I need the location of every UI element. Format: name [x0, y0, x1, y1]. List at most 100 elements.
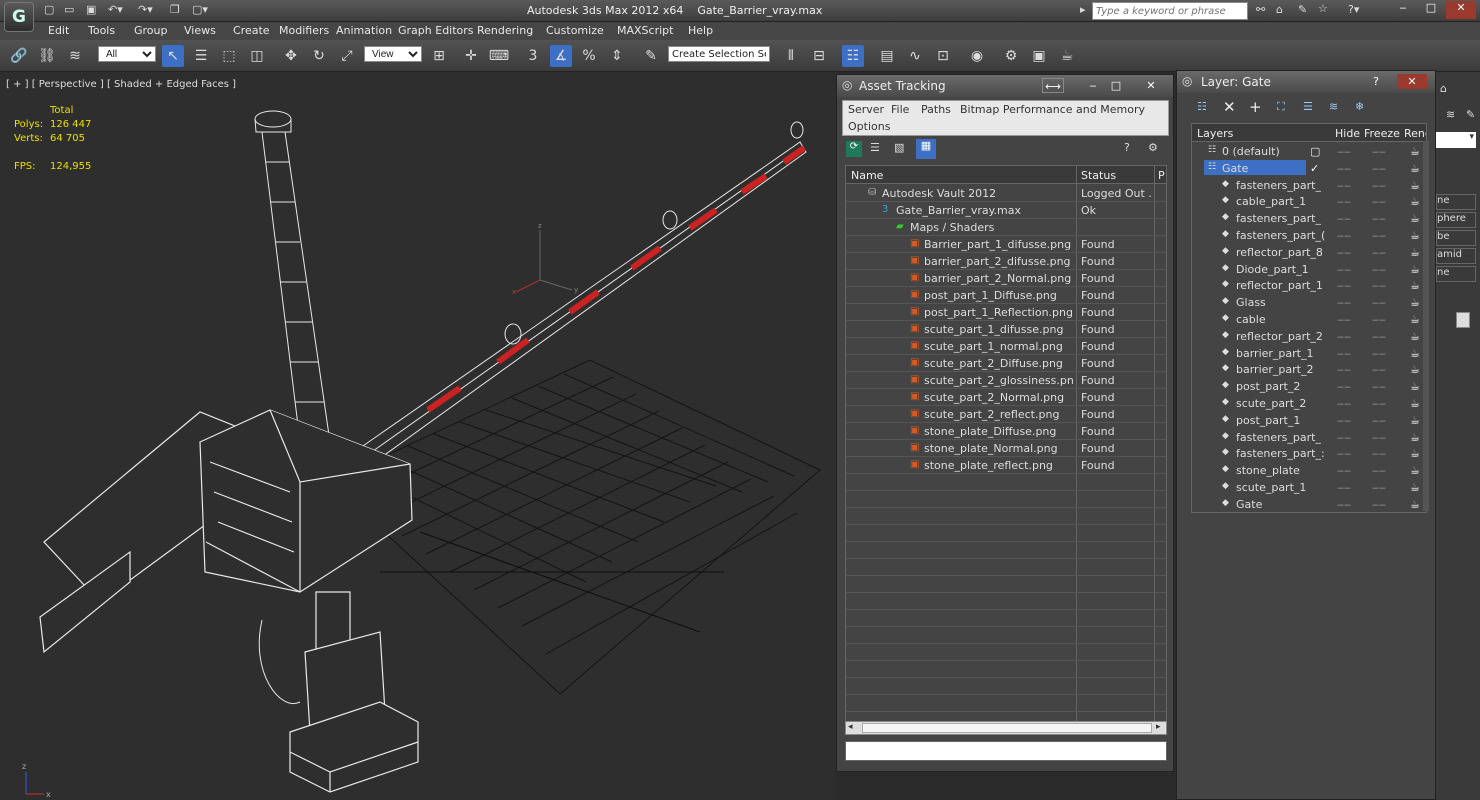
asset-path-input[interactable] [845, 741, 1167, 761]
scene-wireframe[interactable]: z x z x y [0, 72, 836, 800]
menu-rendering[interactable]: Rendering [477, 24, 533, 37]
minimize-button[interactable]: ‒ [1390, 1, 1416, 19]
render-teapot-icon[interactable]: ☕ [1410, 145, 1420, 158]
freeze-toggle[interactable]: ‒‒ [1372, 397, 1386, 410]
freeze-toggle[interactable]: ‒‒ [1372, 313, 1386, 326]
layer-manager-icon[interactable]: ☷ [842, 45, 864, 67]
scale-icon[interactable]: ⤢ [336, 45, 358, 67]
graphite-ribbon-icon[interactable]: ▤ [876, 45, 898, 67]
layer-object-row[interactable]: ◆ fasteners_part_ ‒‒ ‒‒ ☕ [1192, 429, 1426, 446]
col-name-header[interactable]: Name [851, 169, 883, 182]
project-folder-icon[interactable]: ❐ [170, 3, 180, 16]
asset-row[interactable]: ▣ scute_part_2_Normal.png Found [846, 389, 1166, 406]
layer-object-row[interactable]: ◆ cable_part_1 ‒‒ ‒‒ ☕ [1192, 193, 1426, 210]
render-teapot-icon[interactable]: ☕ [1410, 498, 1420, 511]
reference-coord-dropdown[interactable]: View [364, 46, 422, 62]
layer-vscrollbar[interactable] [1423, 141, 1429, 511]
asset-row[interactable]: ▣ Barrier_part_1_difusse.png Found [846, 236, 1166, 253]
render-teapot-icon[interactable]: ☕ [1410, 431, 1420, 444]
layer-object-row[interactable]: ◆ scute_part_1 ‒‒ ‒‒ ☕ [1192, 479, 1426, 496]
object-type-btn-3[interactable]: be [1436, 230, 1476, 246]
percent-snap-icon[interactable]: % [578, 45, 600, 67]
layer-object-row[interactable]: ◆ post_part_2 ‒‒ ‒‒ ☕ [1192, 378, 1426, 395]
asset-menu-paths[interactable]: Paths [921, 103, 951, 116]
angle-snap-icon[interactable]: ∡ [550, 45, 572, 67]
menu-create[interactable]: Create [233, 24, 270, 37]
layer-titlebar[interactable]: ◎ Layer: Gate ? ✕ [1177, 71, 1435, 93]
asset-hscrollbar[interactable]: ◂ ▸ [845, 721, 1167, 735]
pivot-center-icon[interactable]: ⊞ [428, 45, 450, 67]
col-p-header[interactable]: P [1158, 169, 1165, 182]
menu-views[interactable]: Views [184, 24, 216, 37]
freeze-toggle[interactable]: ‒‒ [1372, 246, 1386, 259]
layer-object-row[interactable]: ◆ fasteners_part_ ‒‒ ‒‒ ☕ [1192, 177, 1426, 194]
hide-toggle[interactable]: ‒‒ [1337, 229, 1351, 242]
freeze-toggle[interactable]: ‒‒ [1372, 414, 1386, 427]
layer-object-row[interactable]: ◆ Gate ‒‒ ‒‒ ☕ [1192, 496, 1426, 512]
render-teapot-icon[interactable]: ☕ [1410, 313, 1420, 326]
layer-object-row[interactable]: ◆ scute_part_2 ‒‒ ‒‒ ☕ [1192, 395, 1426, 412]
layer-object-row[interactable]: ◆ barrier_part_2 ‒‒ ‒‒ ☕ [1192, 361, 1426, 378]
asset-row[interactable]: ▰ Maps / Shaders [846, 219, 1166, 236]
render-teapot-icon[interactable]: ☕ [1410, 195, 1420, 208]
menu-customize[interactable]: Customize [546, 24, 604, 37]
menu-edit[interactable]: Edit [48, 24, 69, 37]
thumbnail-view-icon[interactable]: ▧ [894, 141, 904, 154]
communication-icon[interactable]: ✎ [1298, 3, 1307, 16]
active-layer-check-icon[interactable]: ✓ [1310, 162, 1319, 175]
hide-toggle[interactable]: ‒‒ [1337, 447, 1351, 460]
refresh-icon[interactable]: ⟳ [846, 141, 862, 157]
freeze-toggle[interactable]: ‒‒ [1372, 212, 1386, 225]
freeze-toggle[interactable]: ‒‒ [1372, 380, 1386, 393]
window-crossing-icon[interactable]: ◫ [246, 45, 268, 67]
freeze-toggle[interactable]: ‒‒ [1372, 162, 1386, 175]
asset-row[interactable]: ▣ stone_plate_Normal.png Found [846, 440, 1166, 457]
edit-named-sets-icon[interactable]: ✎ [640, 45, 662, 67]
asset-row[interactable]: ▣ barrier_part_2_difusse.png Found [846, 253, 1166, 270]
align-icon[interactable]: ⊟ [808, 45, 830, 67]
expand-arrow-icon[interactable]: ▸ [1080, 3, 1086, 16]
help-query-icon[interactable]: ? [1124, 141, 1130, 154]
render-teapot-icon[interactable]: ☕ [1410, 179, 1420, 192]
hide-toggle[interactable]: ‒‒ [1337, 296, 1351, 309]
col-status-header[interactable]: Status [1081, 169, 1116, 182]
freeze-toggle[interactable]: ‒‒ [1372, 464, 1386, 477]
maximize-button[interactable]: □ [1418, 1, 1444, 19]
hide-toggle[interactable]: ‒‒ [1337, 145, 1351, 158]
freeze-toggle[interactable]: ‒‒ [1372, 296, 1386, 309]
freeze-toggle[interactable]: ‒‒ [1372, 481, 1386, 494]
delete-layer-icon[interactable]: ✕ [1223, 98, 1236, 116]
selection-filter-dropdown[interactable]: All [98, 46, 156, 62]
dock-icon[interactable]: ⟷ [1042, 78, 1064, 93]
asset-menu-options[interactable]: Options [848, 120, 890, 133]
freeze-toggle[interactable]: ‒‒ [1372, 229, 1386, 242]
render-teapot-icon[interactable]: ☕ [1410, 363, 1420, 376]
render-teapot-icon[interactable]: ☕ [1410, 296, 1420, 309]
select-manipulate-icon[interactable]: ✛ [460, 45, 482, 67]
hide-toggle[interactable]: ‒‒ [1337, 397, 1351, 410]
layer-object-row[interactable]: ◆ Glass ‒‒ ‒‒ ☕ [1192, 294, 1426, 311]
object-type-btn-2[interactable]: phere [1436, 212, 1476, 228]
snap-toggle-icon[interactable]: 3 [522, 45, 544, 67]
asset-row[interactable]: ⛁ Autodesk Vault 2012 Logged Out ... [846, 185, 1166, 202]
redo-icon[interactable]: ↷▾ [138, 3, 153, 16]
asset-menu-file[interactable]: File [891, 103, 909, 116]
layer-help-button[interactable]: ? [1365, 74, 1387, 89]
object-type-btn-5[interactable]: ne [1436, 266, 1476, 282]
display-options-icon[interactable]: ▢▾ [192, 3, 208, 16]
render-teapot-icon[interactable]: ☕ [1410, 279, 1420, 292]
scroll-right-icon[interactable]: ▸ [1156, 722, 1161, 732]
list-view-icon[interactable]: ☰ [870, 141, 880, 154]
render-teapot-icon[interactable]: ☕ [1410, 330, 1420, 343]
freeze-toggle[interactable]: ‒‒ [1372, 447, 1386, 460]
open-file-icon[interactable]: ▭ [64, 3, 74, 16]
asset-tracking-titlebar[interactable]: ◎ Asset Tracking ⟷ ‒ □ ✕ [837, 75, 1173, 97]
layer-object-row[interactable]: ◆ barrier_part_1 ‒‒ ‒‒ ☕ [1192, 345, 1426, 362]
subscription-icon[interactable]: ⌂ [1276, 3, 1283, 16]
render-teapot-icon[interactable]: ☕ [1410, 414, 1420, 427]
select-by-name-icon[interactable]: ☰ [190, 45, 212, 67]
layer-object-row[interactable]: ◆ fasteners_part_ ‒‒ ‒‒ ☕ [1192, 210, 1426, 227]
menu-graph-editors[interactable]: Graph Editors [398, 24, 474, 37]
render-teapot-icon[interactable]: ☕ [1410, 246, 1420, 259]
render-teapot-icon[interactable]: ☕ [1410, 229, 1420, 242]
